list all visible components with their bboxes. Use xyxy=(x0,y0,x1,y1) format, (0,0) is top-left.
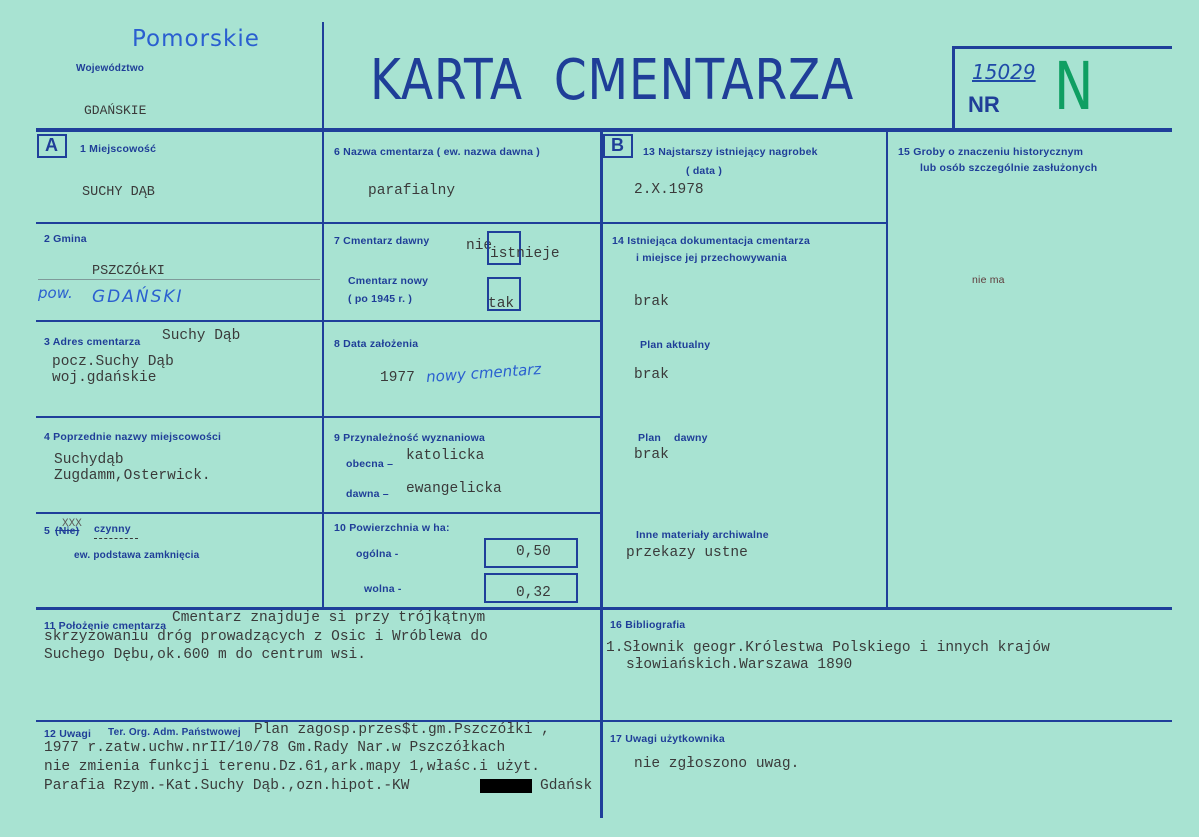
field-2-rule xyxy=(38,279,320,280)
frame-line xyxy=(600,130,603,818)
voivodeship-value: GDAŃSKIE xyxy=(84,103,147,118)
field-3-line2: woj.gdańskie xyxy=(52,370,157,386)
field-15-label2: lub osób szczególnie zasłużonych xyxy=(920,162,1098,174)
section-a-letter: A xyxy=(45,135,58,155)
field-7-label: 7 Cmentarz dawny xyxy=(334,235,430,247)
field-1-label: 1 Miejscowość xyxy=(80,143,157,155)
field-5-strike: XXX xyxy=(62,518,82,530)
field-10-wolna-value: 0,32 xyxy=(516,585,551,601)
field-14-value: brak xyxy=(634,294,669,310)
field-9-label: 9 Przynależność wyznaniowa xyxy=(334,432,486,444)
field-9-obecna-value: katolicka xyxy=(406,448,485,464)
frame-line xyxy=(952,46,955,130)
field-9-obecna-label: obecna – xyxy=(346,458,394,470)
field-2-value: PSZCZÓŁKI xyxy=(92,264,165,279)
field-2-label: 2 Gmina xyxy=(44,233,87,245)
frame-line xyxy=(322,130,324,608)
field-14-label2: i miejsce jej przechowywania xyxy=(636,252,787,264)
plan-aktualny-label: Plan aktualny xyxy=(640,339,711,351)
frame-line xyxy=(36,416,602,418)
field-12-line1: Plan zagosp.przes$t.gm.Pszczółki , xyxy=(254,722,550,738)
field-7-label2a: Cmentarz nowy xyxy=(348,275,429,287)
inne-materialy-value: przekazy ustne xyxy=(626,545,748,561)
field-9-dawna-label: dawna – xyxy=(346,488,389,500)
field-6-value: parafialny xyxy=(368,183,456,199)
field-12-label: 12 Uwagi xyxy=(44,728,92,740)
field-1-value: SUCHY DĄB xyxy=(82,185,155,200)
frame-line xyxy=(322,22,324,128)
field-7-tak: tak xyxy=(488,296,515,312)
field-16-label: 16 Bibliografia xyxy=(610,619,686,631)
field-13-value: 2.X.1978 xyxy=(634,182,704,198)
field-12-line2: 1977 r.zatw.uchw.nrII/10/78 Gm.Rady Nar.… xyxy=(44,740,506,756)
field-3-line1: pocz.Suchy Dąb xyxy=(52,354,174,370)
redaction-bar xyxy=(480,779,532,793)
frame-line xyxy=(36,320,602,322)
field-3-label: 3 Adres cmentarza xyxy=(44,336,141,348)
field-11-line1: Cmentarz znajduje si przy trójkątnym xyxy=(172,610,486,626)
field-14-label: 14 Istniejąca dokumentacja cmentarza xyxy=(612,235,811,247)
field-4-line1: Suchydąb xyxy=(54,452,124,468)
field-12-line3: nie zmienia funkcji terenu.Dz.61,ark.map… xyxy=(44,759,540,775)
cemetery-card: Pomorskie Województwo GDAŃSKIE KARTA CME… xyxy=(0,0,1199,837)
field-16-line1: 1.Słownik geogr.Królestwa Polskiego i in… xyxy=(606,640,1050,656)
field-2-pow-handwritten: pow. xyxy=(38,284,73,302)
field-5-label2: ew. podstawa zamknięcia xyxy=(74,550,200,561)
nr-letter: N xyxy=(1054,48,1094,125)
plan-aktualny-value: brak xyxy=(634,367,669,383)
section-b-letter: B xyxy=(611,135,624,155)
field-10-wolna-label: wolna - xyxy=(364,583,402,595)
inne-materialy-label: Inne materiały archiwalne xyxy=(636,529,769,541)
frame-line xyxy=(36,512,602,514)
nr-label: NR xyxy=(968,92,1000,117)
field-10-label: 10 Powierzchnia w ha: xyxy=(334,522,450,534)
field-8-label: 8 Data założenia xyxy=(334,338,419,350)
field-2-county-handwritten: GDAŃSKI xyxy=(92,287,184,307)
field-15-value: nie ma xyxy=(972,274,1005,286)
field-3-line0: Suchy Dąb xyxy=(162,328,241,344)
card-title: KARTA CMENTARZA xyxy=(370,48,855,113)
region-handwritten: Pomorskie xyxy=(132,26,260,52)
field-15-label: 15 Groby o znaczeniu historycznym xyxy=(898,146,1084,158)
field-13-label2: ( data ) xyxy=(686,165,723,177)
plan-dawny-label-2: dawny xyxy=(674,432,708,444)
field-5-czynny: czynny xyxy=(94,523,131,535)
field-10-ogolna-label: ogólna - xyxy=(356,548,399,560)
frame-line xyxy=(36,222,886,224)
field-8-handwritten: nowy cmentarz xyxy=(425,360,542,386)
voivodeship-label: Województwo xyxy=(76,63,145,74)
field-17-label: 17 Uwagi użytkownika xyxy=(610,733,725,745)
card-number-handwritten: 15029 xyxy=(972,60,1036,84)
field-4-line2: Zugdamm,Osterwick. xyxy=(54,468,211,484)
field-12-line4b: Gdańsk xyxy=(540,778,593,794)
field-16-line2: słowiańskich.Warszawa 1890 xyxy=(626,657,853,673)
field-4-label: 4 Poprzednie nazwy miejscowości xyxy=(44,431,222,443)
plan-dawny-label-1: Plan xyxy=(638,432,661,444)
field-8-value: 1977 xyxy=(380,370,415,386)
field-17-value: nie zgłoszono uwag. xyxy=(634,756,800,772)
field-5-number: 5 xyxy=(44,525,51,537)
field-11-line3: Suchego Dębu,ok.600 m do centrum wsi. xyxy=(44,647,366,663)
frame-line xyxy=(36,720,1172,722)
field-13-label: 13 Najstarszy istniejący nagrobek xyxy=(643,146,818,158)
plan-dawny-value: brak xyxy=(634,447,669,463)
frame-line xyxy=(886,130,888,608)
frame-line xyxy=(36,128,1172,132)
field-5-dashes xyxy=(94,538,138,539)
field-6-label: 6 Nazwa cmentarza ( ew. nazwa dawna ) xyxy=(334,146,540,158)
field-10-ogolna-value: 0,50 xyxy=(516,544,551,560)
field-11-line2: skrzyżowaniu dróg prowadzących z Osic i … xyxy=(44,629,488,645)
field-12-label2: Ter. Org. Adm. Państwowej xyxy=(108,727,241,738)
field-9-dawna-value: ewangelicka xyxy=(406,481,502,497)
field-7-istnieje: istnieje xyxy=(490,246,560,262)
field-12-line4a: Parafia Rzym.-Kat.Suchy Dąb.,ozn.hipot.-… xyxy=(44,778,410,794)
field-7-label2b: ( po 1945 r. ) xyxy=(348,293,413,305)
